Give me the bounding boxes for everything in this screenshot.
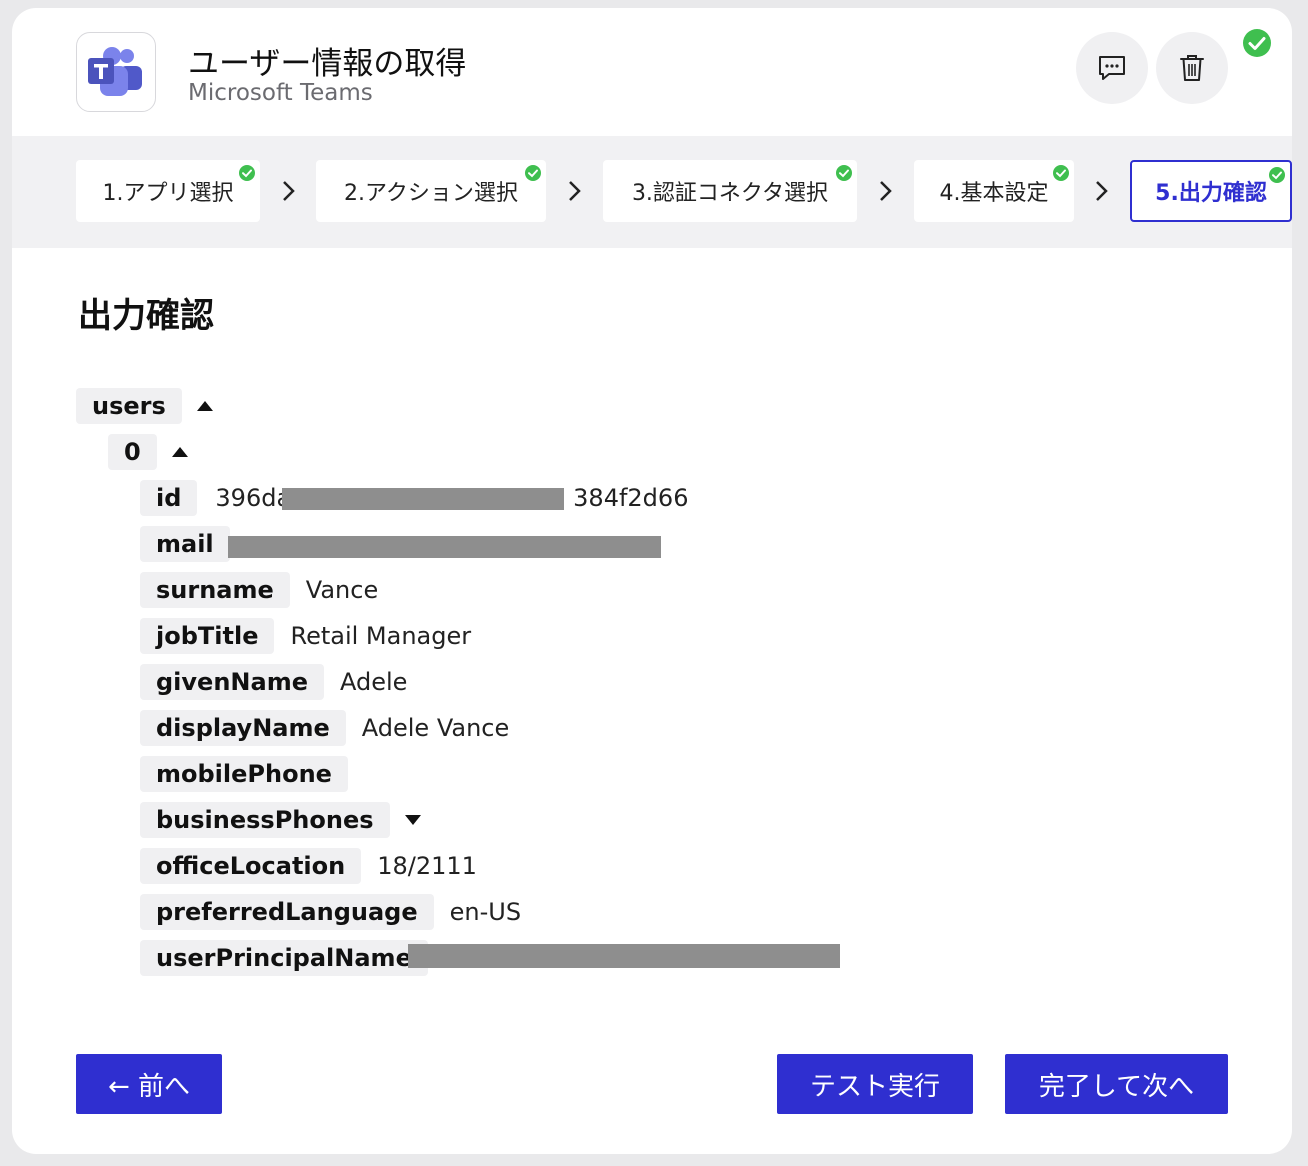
- chevron-right-icon: [1096, 181, 1108, 201]
- expand-triangle-icon[interactable]: [404, 814, 422, 826]
- dialog-card: ユーザー情報の取得 Microsoft Teams 1.アプリ選択 2.アクショ…: [12, 8, 1292, 1154]
- tree-key: jobTitle: [140, 618, 275, 654]
- step-auth-connector-select[interactable]: 3.認証コネクタ選択: [603, 160, 857, 222]
- step-check-icon: [525, 165, 541, 181]
- tree-value: 396da: [215, 484, 292, 512]
- section-title: 出力確認: [78, 296, 214, 336]
- step-label: 5.出力確認: [1155, 181, 1267, 206]
- tree-field-surname: surname Vance: [140, 572, 378, 608]
- tree-field-businessphones: businessPhones: [140, 802, 422, 838]
- tree-value: Vance: [305, 576, 379, 604]
- complete-next-button[interactable]: 完了して次へ: [1005, 1054, 1228, 1114]
- chevron-right-icon: [283, 181, 295, 201]
- tree-field-jobtitle: jobTitle Retail Manager: [140, 618, 471, 654]
- tree-field-mobilephone: mobilePhone: [140, 756, 364, 792]
- collapse-triangle-icon[interactable]: [171, 446, 189, 458]
- step-check-icon: [1053, 165, 1069, 181]
- tree-key: users: [76, 388, 182, 424]
- tree-field-displayname: displayName Adele Vance: [140, 710, 509, 746]
- tree-key: mail: [140, 526, 230, 562]
- tree-key: preferredLanguage: [140, 894, 434, 930]
- step-label: 1.アプリ選択: [102, 181, 234, 206]
- tree-node-users: users: [76, 388, 214, 424]
- step-output-confirm[interactable]: 5.出力確認: [1130, 160, 1292, 222]
- step-label: 2.アクション選択: [344, 181, 518, 206]
- tree-key: businessPhones: [140, 802, 390, 838]
- redacted-block: [408, 944, 840, 968]
- tree-key: id: [140, 480, 198, 516]
- step-check-icon: [836, 165, 852, 181]
- comment-button[interactable]: [1076, 32, 1148, 104]
- step-basic-settings[interactable]: 4.基本設定: [914, 160, 1074, 222]
- step-label: 3.認証コネクタ選択: [631, 181, 829, 206]
- tree-key: mobilePhone: [140, 756, 348, 792]
- collapse-triangle-icon[interactable]: [196, 400, 214, 412]
- page-title: ユーザー情報の取得: [188, 46, 467, 82]
- test-run-button[interactable]: テスト実行: [777, 1054, 973, 1114]
- tree-value: Adele: [339, 668, 408, 696]
- stepper: 1.アプリ選択 2.アクション選択 3.認証コネクタ選択 4.基本設定 5.出力…: [12, 136, 1292, 248]
- tree-value: en-US: [449, 898, 522, 926]
- completed-check-icon: [1243, 29, 1271, 57]
- tree-field-givenname: givenName Adele: [140, 664, 407, 700]
- tree-node-index: 0: [108, 434, 189, 470]
- step-check-icon: [1269, 167, 1285, 183]
- tree-key: userPrincipalName: [140, 940, 428, 976]
- tree-value-suffix: 384f2d66: [573, 484, 689, 512]
- chevron-right-icon: [569, 181, 581, 201]
- tree-field-officelocation: officeLocation 18/2111: [140, 848, 477, 884]
- microsoft-teams-logo: [76, 32, 156, 112]
- tree-field-userprincipalname: userPrincipalName: [140, 940, 444, 976]
- tree-key: surname: [140, 572, 290, 608]
- step-action-select[interactable]: 2.アクション選択: [316, 160, 546, 222]
- tree-value: Adele Vance: [361, 714, 510, 742]
- prev-button[interactable]: ← 前へ: [76, 1054, 222, 1114]
- tree-value: 18/2111: [377, 852, 477, 880]
- tree-value: Retail Manager: [290, 622, 472, 650]
- step-check-icon: [239, 165, 255, 181]
- trash-icon: [1180, 55, 1204, 81]
- tree-field-preferredlanguage: preferredLanguage en-US: [140, 894, 521, 930]
- delete-button[interactable]: [1156, 32, 1228, 104]
- redacted-block: [282, 488, 564, 510]
- tree-key: 0: [108, 434, 157, 470]
- app-name: Microsoft Teams: [188, 80, 373, 106]
- teams-logo-icon: [88, 47, 142, 96]
- redacted-block: [228, 536, 661, 558]
- tree-key: givenName: [140, 664, 324, 700]
- tree-key: displayName: [140, 710, 346, 746]
- step-label: 4.基本設定: [939, 181, 1049, 206]
- comment-icon: [1099, 56, 1125, 80]
- step-app-select[interactable]: 1.アプリ選択: [76, 160, 260, 222]
- tree-key: officeLocation: [140, 848, 362, 884]
- chevron-right-icon: [880, 181, 892, 201]
